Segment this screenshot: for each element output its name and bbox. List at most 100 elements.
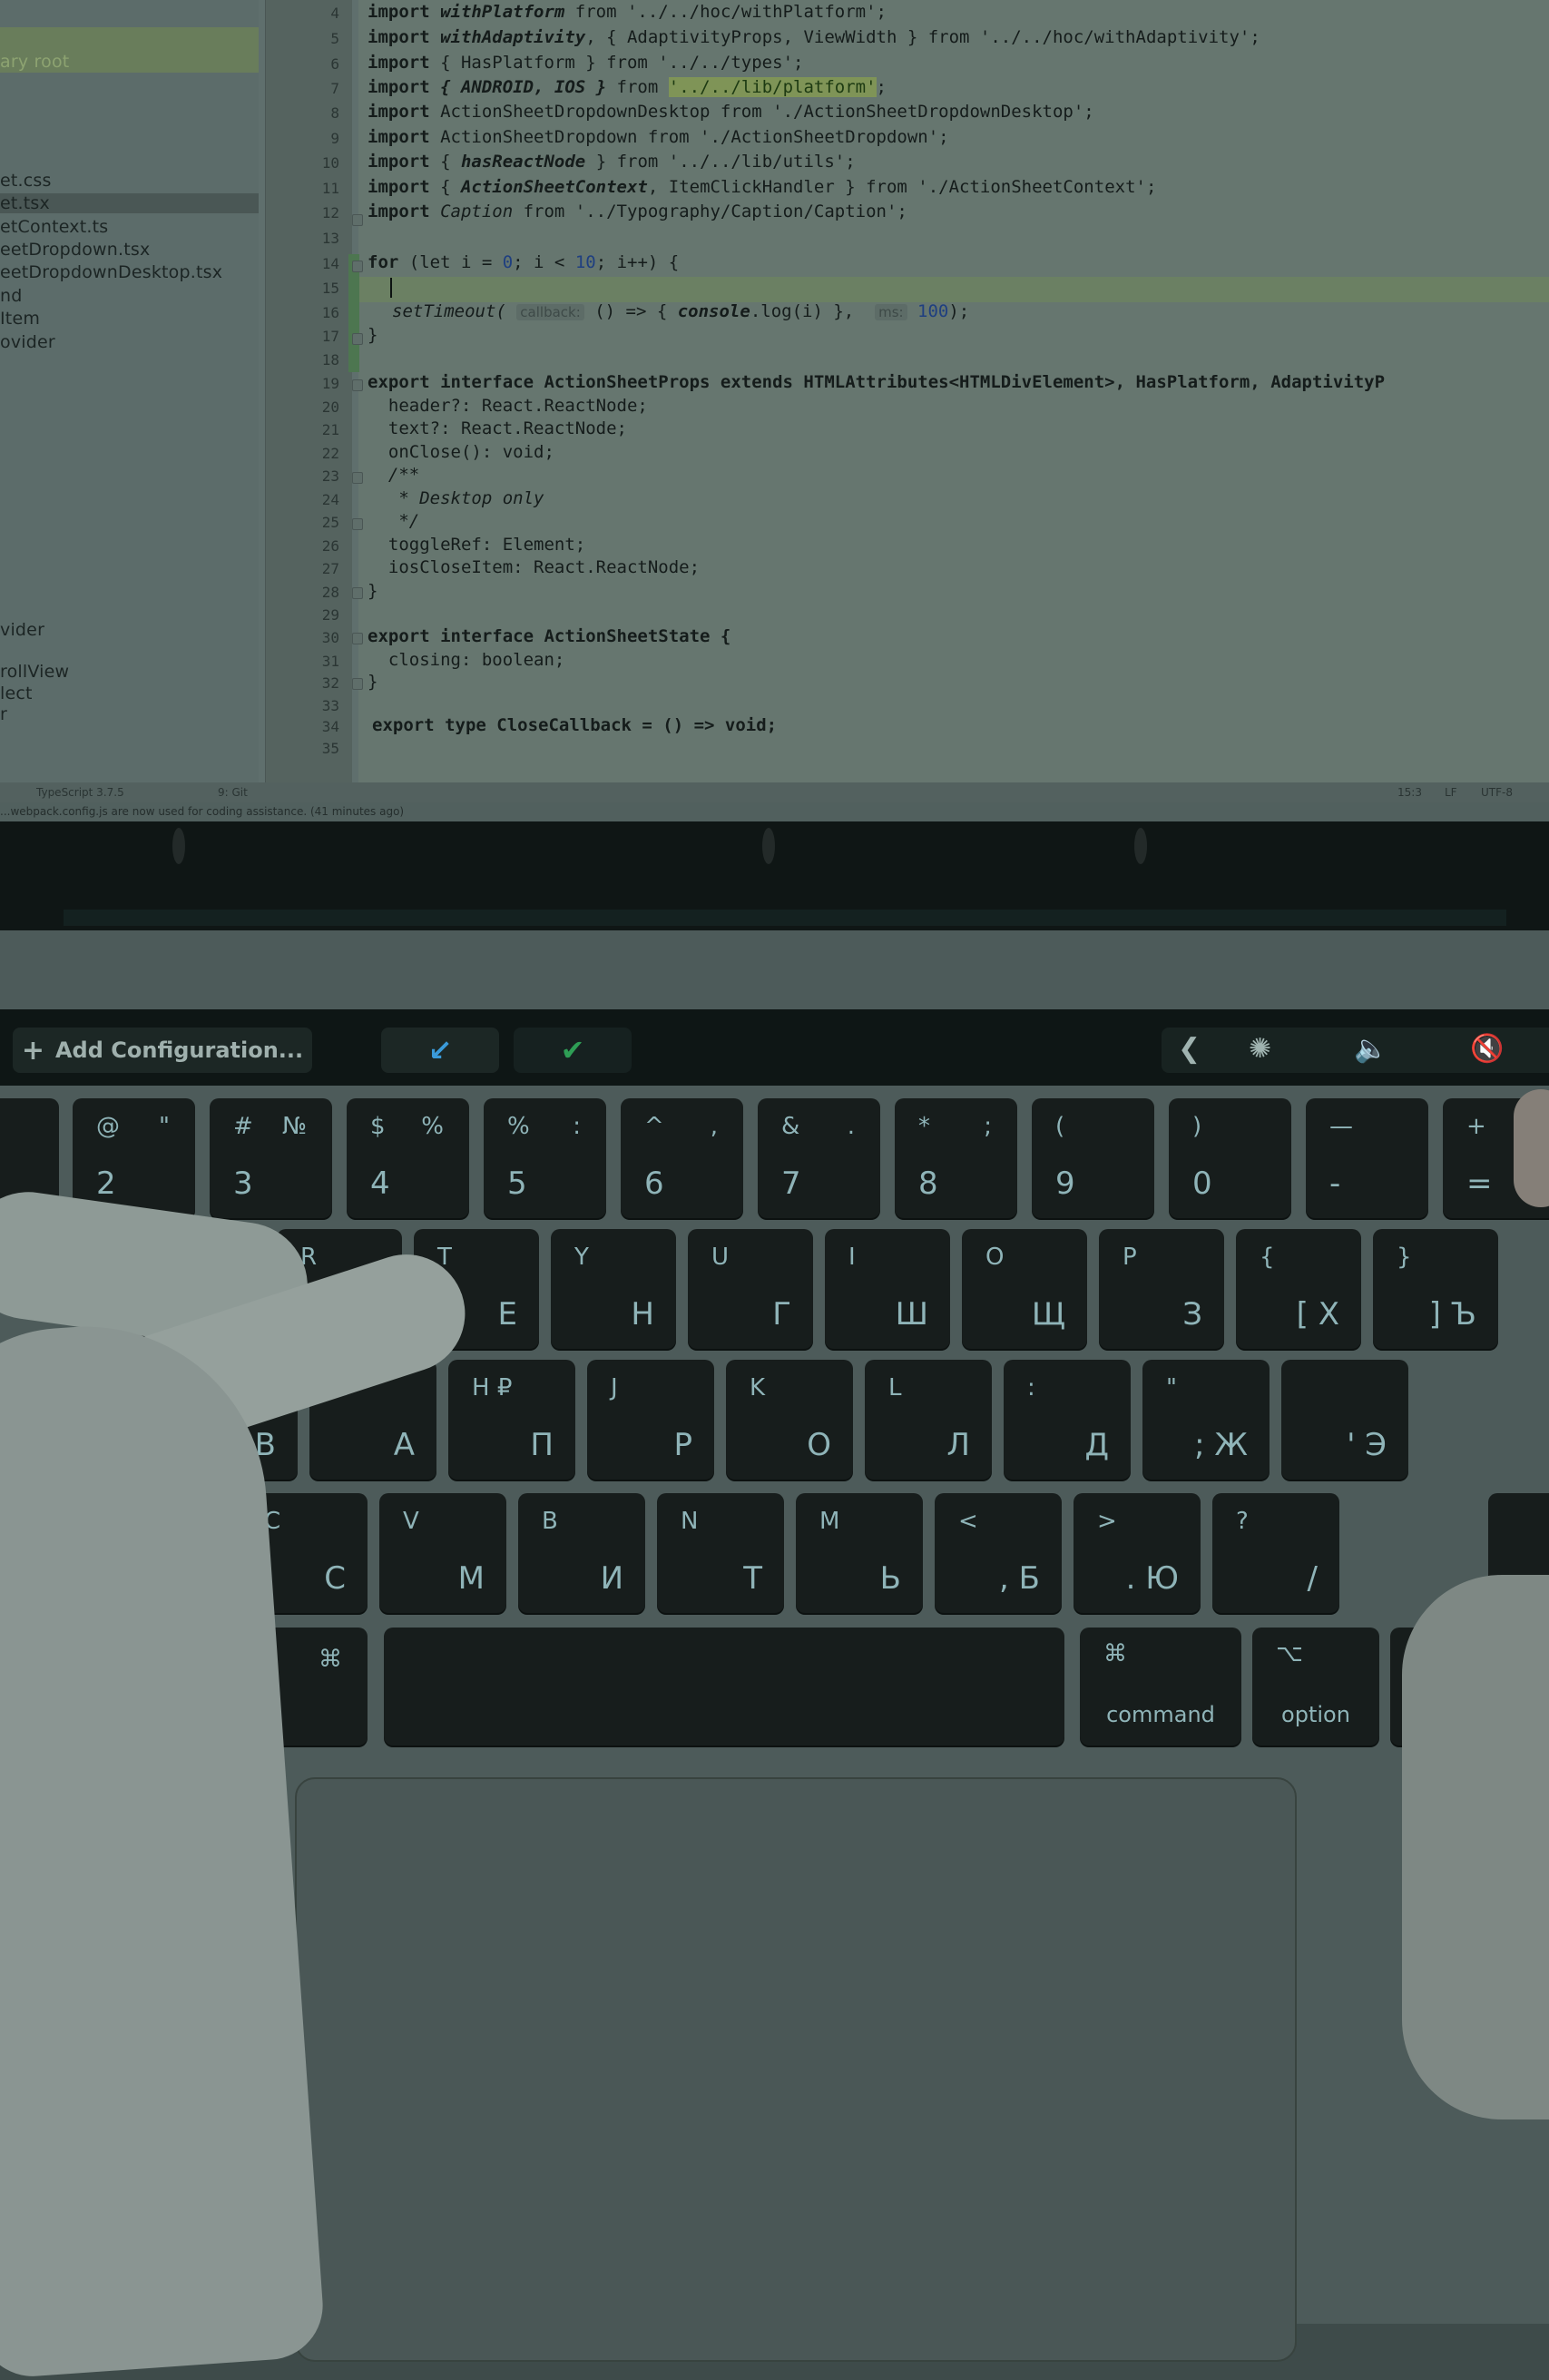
project-tree: ary root et.css et.tsx etContext.ts eetD… [0,0,259,782]
fold-icon[interactable] [352,678,363,690]
key-cyrillic-label: [ Х [1296,1296,1339,1333]
key-letter[interactable]: UГ [688,1229,813,1349]
code-text: from '../Typography/Caption/Caption'; [513,202,907,221]
identifier: { ANDROID, IOS } [440,77,607,97]
key-cyrillic-label: Ь [879,1560,901,1597]
git-tool-button[interactable]: 9: Git [218,786,248,799]
tree-item[interactable]: eetDropdownDesktop.tsx [0,262,222,282]
file-encoding[interactable]: UTF-8 [1481,786,1513,799]
key-digit: 9 [1055,1165,1075,1202]
key-space[interactable] [384,1628,1064,1746]
key-number[interactable]: (9 [1032,1098,1154,1218]
key-letter[interactable]: YН [551,1229,676,1349]
key-letter[interactable]: {[ Х [1236,1229,1361,1349]
key-number[interactable]: ) 0 [1169,1098,1291,1218]
key-latin-label: P [1123,1244,1137,1271]
tree-item[interactable]: lect [0,684,33,703]
tree-item[interactable]: etContext.ts [0,217,108,237]
fold-icon[interactable] [352,379,363,391]
tree-item[interactable]: eetDropdown.tsx [0,240,150,260]
key-letter[interactable]: NТ [657,1493,784,1613]
command-label: command [1106,1702,1215,1727]
tree-item[interactable]: ovider [0,332,55,352]
fold-icon[interactable] [352,214,363,226]
key-letter[interactable]: ' Э [1281,1360,1408,1480]
key-letter[interactable]: OЩ [962,1229,1087,1349]
chevron-left-icon[interactable]: ❮ [1178,1033,1201,1065]
key-latin-label: U [711,1244,730,1271]
key-letter[interactable]: MЬ [796,1493,923,1613]
brightness-icon[interactable]: ✺ [1249,1033,1271,1065]
key-number[interactable]: %: 5 [484,1098,606,1218]
key-letter[interactable]: KО [726,1360,853,1480]
key-number[interactable]: *; 8 [895,1098,1017,1218]
key-letter[interactable]: :Д [1004,1360,1131,1480]
fold-icon[interactable] [352,472,363,484]
key-letter[interactable]: LЛ [865,1360,992,1480]
key-letter[interactable]: IШ [825,1229,950,1349]
key-letter[interactable]: PЗ [1099,1229,1224,1349]
code-line: onClose(): void; [368,442,554,462]
mute-icon[interactable]: 🔇 [1470,1033,1504,1065]
debug-button[interactable]: ↙ [381,1028,499,1073]
fold-icon[interactable] [352,587,363,599]
line-separator[interactable]: LF [1445,786,1457,799]
line-number: 11 [321,180,339,197]
key-cyrillic-label: Ш [895,1296,928,1333]
fold-icon[interactable] [352,633,363,644]
key-latin-label: : [1027,1374,1035,1401]
key-letter[interactable]: < , Б [935,1493,1062,1613]
event-message-bar: ...webpack.config.js are now used for co… [0,802,1549,821]
key-number[interactable]: &. 7 [758,1098,880,1218]
add-configuration-button[interactable]: + Add Configuration... [13,1028,312,1073]
tree-item[interactable]: r [0,704,7,724]
key-cyrillic-label: И [600,1560,623,1597]
key-letter[interactable]: > . Ю [1074,1493,1201,1613]
key-letter[interactable]: ? / [1212,1493,1339,1613]
fold-icon[interactable] [352,518,363,530]
tree-item[interactable]: vider [0,620,44,640]
event-message[interactable]: ...webpack.config.js are now used for co… [0,805,404,818]
tree-item[interactable]: rollView [0,662,69,682]
fold-icon[interactable] [352,333,363,345]
key-letter[interactable]: BИ [518,1493,645,1613]
tree-item-selected[interactable]: et.tsx [0,193,259,213]
key-latin-label: > [1097,1508,1117,1535]
tree-item[interactable]: Item [0,309,40,329]
key-number[interactable]: # № 3 [210,1098,332,1218]
tree-item[interactable]: nd [0,286,23,306]
key-letter[interactable]: VМ [379,1493,506,1613]
key-cyrillic-label: Д [1084,1427,1109,1463]
code-line: closing: boolean; [368,650,565,670]
plus-icon: + [21,1034,44,1067]
key-number[interactable]: — - [1306,1098,1428,1218]
code-line-cursor[interactable] [390,277,392,298]
key-latin-label: " [1166,1374,1177,1401]
blue-arrow-down-left-icon: ↙ [427,1033,453,1067]
caret-position[interactable]: 15:3 [1397,786,1422,799]
tree-item[interactable]: et.css [0,171,52,191]
key-number[interactable]: ^, 6 [621,1098,743,1218]
run-button[interactable]: ✔ [514,1028,632,1073]
line-number: 26 [321,537,339,555]
line-number: 15 [321,280,339,297]
key-latin-label: K [750,1374,766,1401]
key-latin-label: N [681,1508,699,1535]
fold-icon[interactable] [352,261,363,272]
key-right-command[interactable]: ⌘ command [1080,1628,1241,1746]
identifier: withPlatform [440,2,565,22]
volume-icon[interactable]: 🔈 [1354,1033,1387,1065]
key-letter[interactable]: JР [587,1360,714,1480]
key-option[interactable]: ⌥ option [1252,1628,1379,1746]
project-root-label[interactable]: ary root [0,52,69,72]
line-number: 22 [321,445,339,462]
line-number: 7 [330,80,339,97]
line-number: 12 [321,204,339,221]
line-number: 5 [330,30,339,47]
key-letter[interactable]: " ; Ж [1142,1360,1270,1480]
key-letter[interactable]: }] Ъ [1373,1229,1498,1349]
key-letter[interactable]: H ₽ П [448,1360,575,1480]
trackpad[interactable] [295,1777,1297,2362]
key-number[interactable]: $% 4 [347,1098,469,1218]
language-indicator[interactable]: TypeScript 3.7.5 [36,786,124,799]
